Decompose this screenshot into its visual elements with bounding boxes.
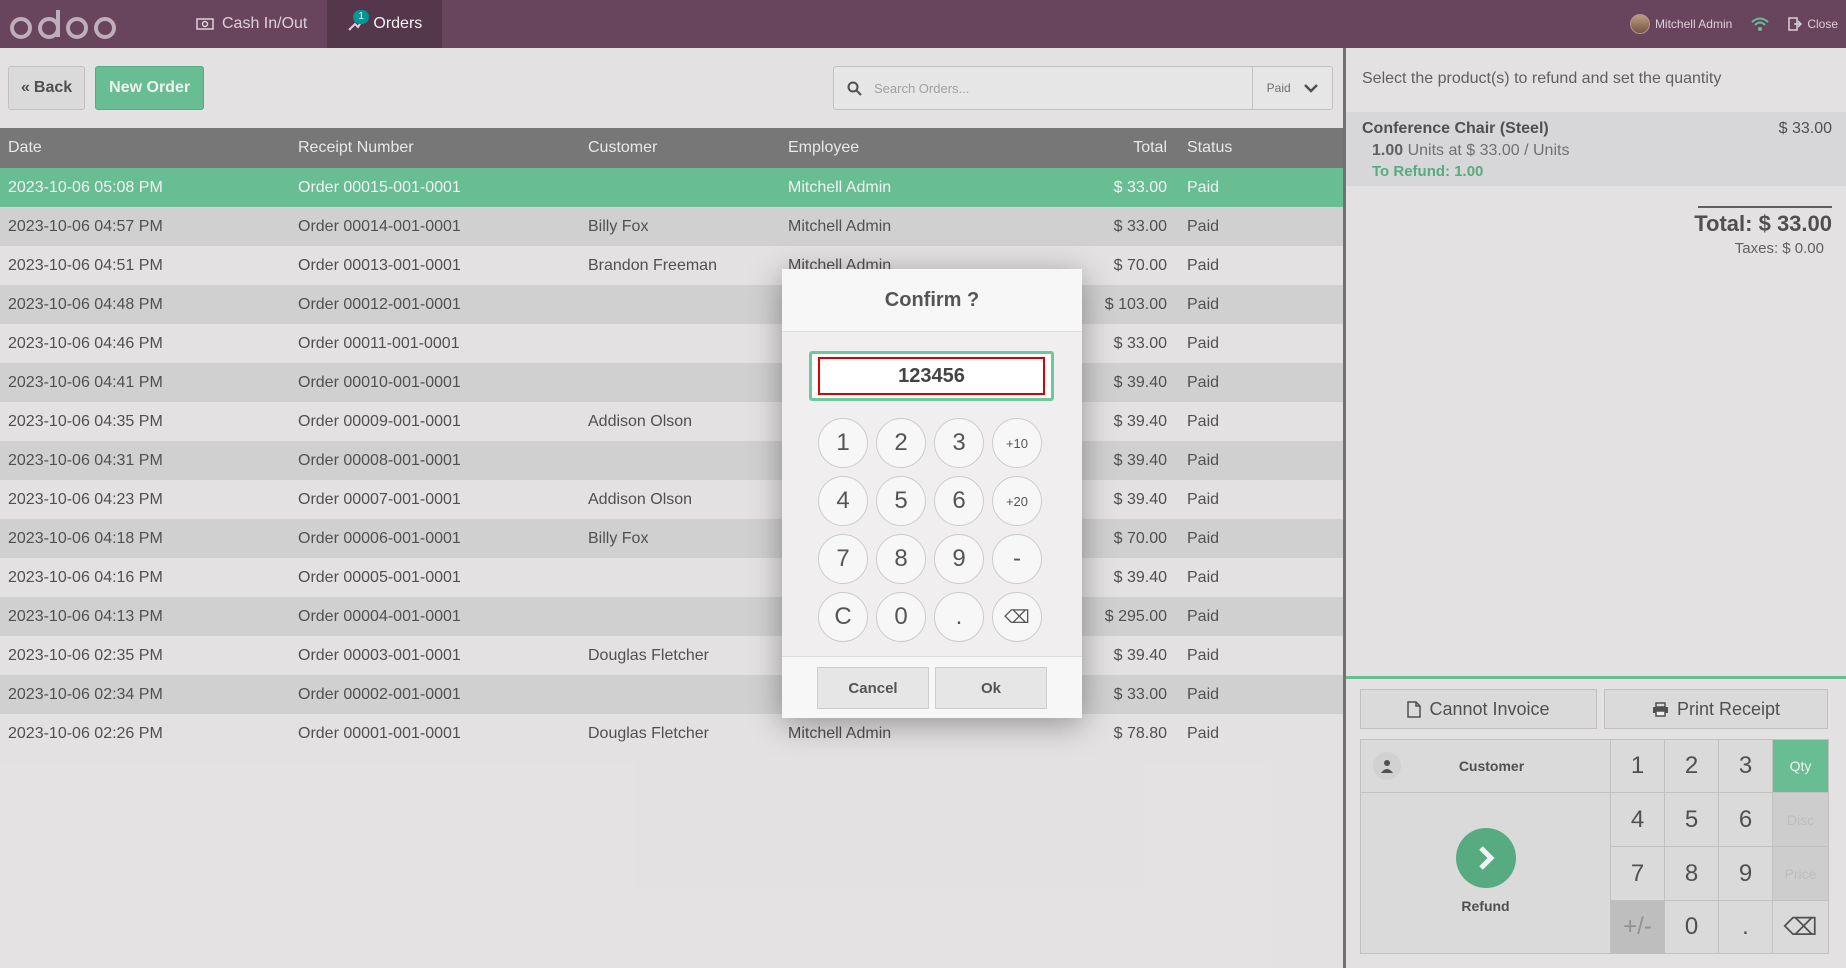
dialog-key-0[interactable]: 0 [876, 592, 926, 642]
dialog-key-5[interactable]: 5 [876, 476, 926, 526]
dialog-key-3[interactable]: 3 [934, 418, 984, 468]
dialog-key-9[interactable]: 9 [934, 534, 984, 584]
cancel-button[interactable]: Cancel [817, 667, 929, 709]
dialog-key-6[interactable]: 6 [934, 476, 984, 526]
dialog-key-plus10[interactable]: +10 [992, 418, 1042, 468]
number-input[interactable]: 123456 [818, 357, 1045, 395]
number-input-wrap: 123456 [809, 351, 1054, 401]
dialog-key-plus20[interactable]: +20 [992, 476, 1042, 526]
backspace-icon[interactable]: ⌫ [992, 592, 1042, 642]
dialog-key-7[interactable]: 7 [818, 534, 868, 584]
dialog-numpad: 1 2 3 +10 4 5 6 +20 7 8 9- C 0. ⌫ [818, 418, 1042, 642]
dialog-key-8[interactable]: 8 [876, 534, 926, 584]
dialog-key-minus[interactable]: - [992, 534, 1042, 584]
dialog-key-2[interactable]: 2 [876, 418, 926, 468]
dialog-title: Confirm ? [782, 269, 1082, 332]
dialog-key-dot[interactable]: . [934, 592, 984, 642]
dialog-key-1[interactable]: 1 [818, 418, 868, 468]
dialog-key-c[interactable]: C [818, 592, 868, 642]
dialog-key-4[interactable]: 4 [818, 476, 868, 526]
ok-button[interactable]: Ok [935, 667, 1047, 709]
confirm-dialog: Confirm ? 123456 1 2 3 +10 4 5 6 +20 7 8 9- C 0. ⌫ Ca… [782, 269, 1082, 718]
